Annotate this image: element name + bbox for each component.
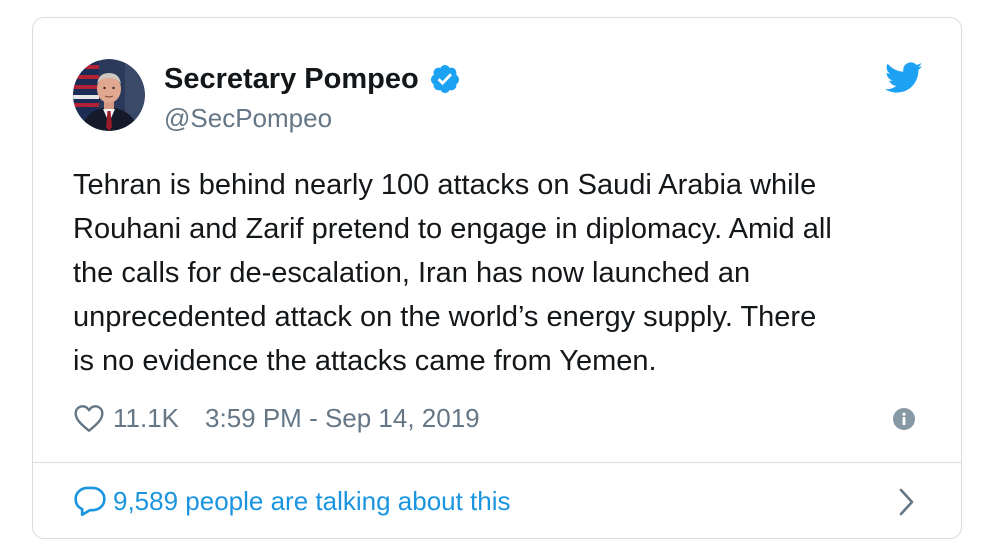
- tweet-card[interactable]: Secretary Pompeo @SecPompeo Tehran is be…: [32, 17, 962, 539]
- twitter-bird-icon[interactable]: [885, 62, 923, 94]
- like-count[interactable]: 11.1K: [113, 400, 179, 436]
- verified-badge-icon: [430, 65, 459, 93]
- divider: [33, 462, 961, 463]
- author-handle[interactable]: @SecPompeo: [164, 101, 332, 135]
- avatar[interactable]: [73, 59, 145, 131]
- conversation-link[interactable]: 9,589 people are talking about this: [73, 484, 511, 518]
- tweet-text: Tehran is behind nearly 100 attacks on S…: [73, 169, 832, 377]
- chevron-right-icon[interactable]: [897, 487, 917, 517]
- speech-bubble-icon: [74, 486, 106, 517]
- author-display-name[interactable]: Secretary Pompeo: [164, 61, 419, 97]
- info-icon[interactable]: [893, 408, 915, 430]
- conversation-label[interactable]: 9,589 people are talking about this: [113, 484, 511, 518]
- avatar-image: [73, 59, 145, 131]
- tweet-meta: 11.1K 3:59 PM - Sep 14, 2019: [73, 400, 480, 436]
- author-name-row[interactable]: Secretary Pompeo: [164, 61, 461, 97]
- heart-icon[interactable]: [73, 403, 105, 433]
- tweet-timestamp[interactable]: 3:59 PM - Sep 14, 2019: [205, 400, 480, 436]
